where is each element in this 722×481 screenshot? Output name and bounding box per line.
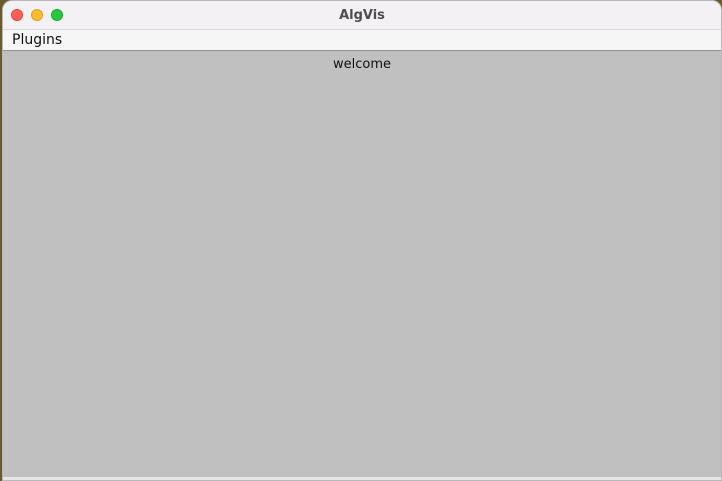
- main-content-area: welcome: [3, 51, 721, 477]
- menu-item-plugins[interactable]: Plugins: [12, 30, 62, 50]
- window-title: AlgVis: [339, 8, 385, 23]
- app-window: AlgVis Plugins welcome: [2, 0, 722, 481]
- window-bottom-edge: [3, 477, 721, 480]
- welcome-label: welcome: [332, 57, 391, 72]
- menu-bar: Plugins: [3, 30, 721, 51]
- title-bar[interactable]: AlgVis: [3, 1, 721, 30]
